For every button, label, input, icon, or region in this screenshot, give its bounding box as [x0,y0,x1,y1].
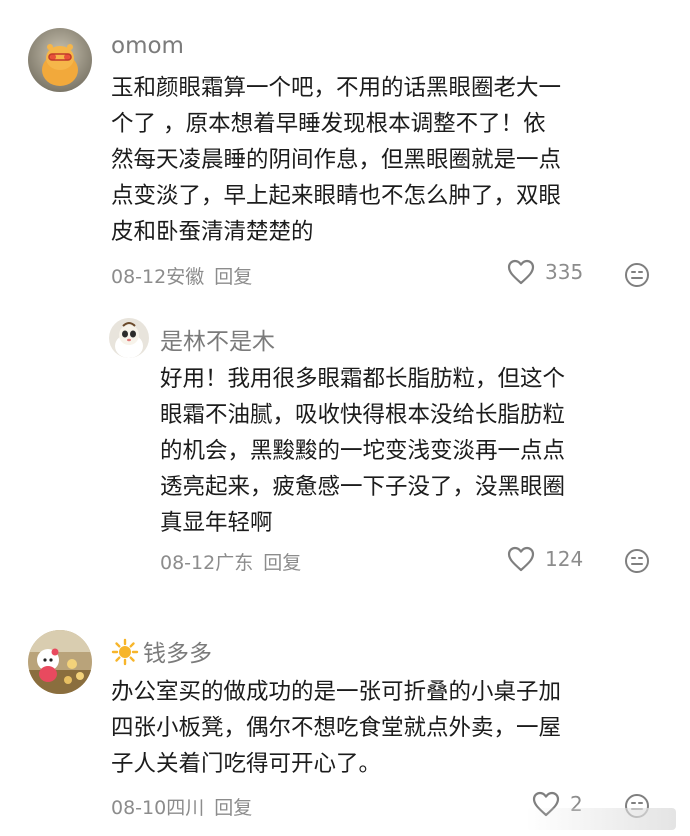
comment-text: 玉和颜眼霜算一个吧，不用的话黑眼圈老大一 个了 ，原本想着早睡发现根本调整不了！… [111,70,671,250]
smiley-face-icon[interactable] [624,548,650,578]
comment-meta: 08-10四川 回复 [111,793,252,820]
avatar[interactable] [28,28,92,92]
username[interactable]: omom [111,33,184,59]
like-count: 124 [545,547,584,571]
like-button[interactable]: 124 [507,546,583,572]
comment-text-line: 眼霜不油腻，吸收快得根本没给长脂肪粒 [160,402,566,428]
reply-button[interactable]: 回复 [214,266,252,288]
comment-text-line: 个了 ，原本想着早睡发现根本调整不了！依 [111,111,546,137]
username[interactable]: 钱多多 [111,634,212,672]
comment-location: 安徽 [166,266,205,288]
comment-text-line: 办公室买的做成功的是一张可折叠的小桌子加 [111,679,562,705]
smiley-face-icon[interactable] [624,262,650,292]
sun-emoji-icon [111,638,139,672]
comment-location: 广东 [215,552,254,574]
comment-text-line: 玉和颜眼霜算一个吧，不用的话黑眼圈老大一 [111,75,562,101]
avatar[interactable] [28,630,92,694]
comment-text-line: 四张小板凳，偶尔不想吃食堂就点外卖，一屋 [111,715,562,741]
like-count: 335 [545,260,584,284]
username-text: 钱多多 [143,641,212,667]
reply-button[interactable]: 回复 [263,552,301,574]
comment-date: 08-12 [160,552,216,574]
like-button[interactable]: 335 [507,259,583,285]
watermark-overlay [526,808,676,830]
username[interactable]: 是林不是木 [160,322,275,356]
comment-meta: 08-12安徽 回复 [111,262,252,289]
comment-location: 四川 [166,797,205,819]
comment-date: 08-10 [111,797,167,819]
comment-text-line: 真显年轻啊 [160,510,273,536]
comment-text-line: 点变淡了，早上起来眼睛也不怎么肿了，双眼 [111,183,562,209]
comment-text-line: 好用！我用很多眼霜都长脂肪粒，但这个 [160,366,566,392]
heart-outline-icon [507,259,535,285]
heart-outline-icon [507,546,535,572]
comment-text: 好用！我用很多眼霜都长脂肪粒，但这个 眼霜不油腻，吸收快得根本没给长脂肪粒 的机… [160,361,680,541]
comment-text-line: 的机会，黑黢黢的一坨变浅变淡再一点点 [160,438,566,464]
comment-meta: 08-12广东 回复 [160,548,301,575]
comment-text-line: 透亮起来，疲惫感一下子没了，没黑眼圈 [160,474,566,500]
comment-text: 办公室买的做成功的是一张可折叠的小桌子加 四张小板凳，偶尔不想吃食堂就点外卖，一… [111,674,671,782]
avatar[interactable] [109,318,149,358]
comment-text-line: 子人关着门吃得可开心了。 [111,751,382,777]
reply-button[interactable]: 回复 [214,797,252,819]
comment-date: 08-12 [111,266,167,288]
comment-text-line: 皮和卧蚕清清楚楚的 [111,219,314,245]
comment-text-line: 然每天凌晨睡的阴间作息，但黑眼圈就是一点 [111,147,562,173]
